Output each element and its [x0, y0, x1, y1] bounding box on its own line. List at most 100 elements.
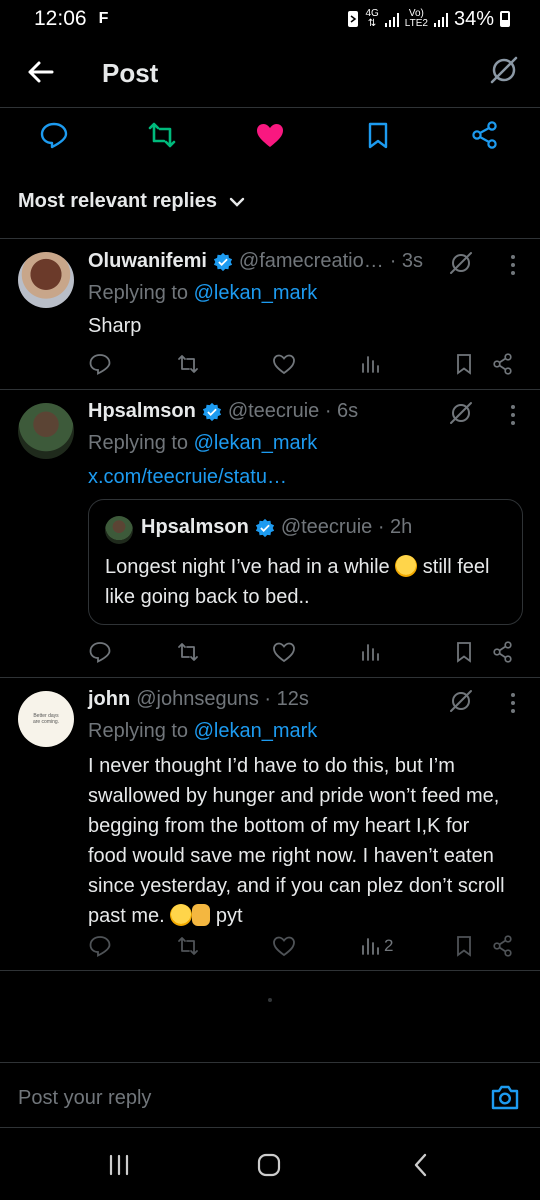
back-nav-icon[interactable] — [408, 1152, 434, 1178]
views-count: 2 — [384, 936, 394, 955]
retweet-icon[interactable] — [147, 120, 177, 150]
quote-author-name: Hpsalmson — [141, 516, 249, 538]
post-metrics: 2 — [88, 934, 518, 964]
replying-prefix: Replying to — [88, 720, 194, 742]
sort-replies-dropdown[interactable]: Most relevant replies — [18, 190, 245, 213]
divider — [0, 238, 540, 239]
author-handle[interactable]: @johnseguns · 12s — [136, 688, 309, 711]
divider — [0, 389, 540, 390]
post-time: · 3s — [389, 250, 424, 272]
reply-icon[interactable] — [88, 934, 112, 958]
post-metrics — [88, 352, 518, 382]
verified-badge-icon — [255, 518, 274, 537]
share-icon[interactable] — [491, 640, 515, 664]
camera-icon[interactable] — [490, 1083, 520, 1111]
bookmark-icon[interactable] — [452, 934, 476, 958]
loading-indicator — [268, 998, 272, 1002]
post-link[interactable]: x.com/teecruie/statu… — [88, 462, 518, 492]
avatar[interactable] — [18, 252, 74, 308]
post-header: john @johnseguns · 12s — [88, 688, 309, 711]
bookmark-icon[interactable] — [452, 640, 476, 664]
like-icon[interactable] — [272, 640, 296, 664]
author-handle[interactable]: @teecruie · 6s — [228, 400, 358, 423]
volte-bottom: LTE2 — [404, 18, 428, 29]
more-options-icon[interactable] — [510, 404, 516, 426]
reply-post[interactable]: Hpsalmson @teecruie · 6s Replying to @le… — [0, 400, 540, 676]
quote-header: Hpsalmson @teecruie · 2h — [141, 516, 412, 539]
divider — [0, 970, 540, 971]
home-icon[interactable] — [256, 1152, 282, 1178]
grok-icon[interactable] — [488, 54, 520, 86]
grok-icon[interactable] — [448, 250, 474, 276]
reply-icon[interactable] — [88, 352, 112, 376]
post-header: Oluwanifemi @famecreatio… · 3s — [88, 250, 423, 273]
folded-hands-emoji-icon — [192, 904, 211, 926]
mention-link[interactable]: @lekan_mark — [194, 720, 318, 742]
like-icon[interactable] — [255, 120, 285, 150]
crying-face-emoji-icon — [170, 904, 193, 926]
verified-badge-icon — [213, 252, 232, 271]
divider — [0, 677, 540, 678]
replying-prefix: Replying to — [88, 432, 194, 454]
chevron-down-icon — [229, 197, 245, 207]
reply-icon[interactable] — [88, 640, 112, 664]
views-icon[interactable] — [358, 640, 382, 664]
system-nav-bar — [0, 1130, 540, 1200]
retweet-icon[interactable] — [176, 352, 200, 376]
like-icon[interactable] — [272, 352, 296, 376]
like-icon[interactable] — [272, 934, 296, 958]
bookmark-icon[interactable] — [363, 120, 393, 150]
quote-author-handle: @teecruie · 2h — [280, 516, 413, 538]
status-right: 4G ⇅ Vo) LTE2 34% — [347, 8, 510, 31]
notification-icon: F — [98, 10, 109, 27]
author-name[interactable]: Oluwanifemi — [88, 250, 207, 273]
back-arrow-icon[interactable] — [24, 56, 56, 88]
post-text-main: I never thought I’d have to do this, but… — [88, 755, 505, 927]
reply-post[interactable]: Oluwanifemi @famecreatio… · 3s Replying … — [0, 250, 540, 390]
reply-icon[interactable] — [39, 120, 69, 150]
reply-post[interactable]: Better days are coming. john @johnseguns… — [0, 688, 540, 970]
replying-to: Replying to @lekan_mark — [88, 720, 317, 743]
retweet-icon[interactable] — [176, 640, 200, 664]
reply-composer[interactable]: Post your reply — [0, 1062, 540, 1128]
replying-to: Replying to @lekan_mark — [88, 432, 317, 455]
avatar[interactable] — [18, 403, 74, 459]
author-handle[interactable]: @famecreatio… — [239, 250, 384, 273]
battery-percent: 34% — [453, 7, 494, 30]
views-icon[interactable] — [358, 934, 382, 958]
network-type: 4G ⇅ — [365, 8, 379, 29]
replying-to: Replying to @lekan_mark — [88, 282, 317, 305]
views-icon[interactable] — [358, 352, 382, 376]
top-bar: Post — [0, 40, 540, 108]
author-name[interactable]: Hpsalmson — [88, 400, 196, 423]
quote-avatar — [105, 516, 133, 544]
more-options-icon[interactable] — [510, 254, 516, 276]
more-options-icon[interactable] — [510, 692, 516, 714]
avatar-text: Better days are coming. — [32, 713, 60, 725]
share-icon[interactable] — [470, 120, 500, 150]
mention-link[interactable]: @lekan_mark — [194, 282, 318, 304]
author-name[interactable]: john — [88, 688, 130, 711]
quote-text-before: Longest night I’ve had in a while — [105, 556, 396, 578]
quoted-post[interactable]: Hpsalmson @teecruie · 2h Longest night I… — [88, 499, 523, 625]
replying-prefix: Replying to — [88, 282, 194, 304]
status-time: 12:06 — [34, 7, 87, 30]
share-icon[interactable] — [491, 352, 515, 376]
network-4g: 4G — [365, 8, 379, 19]
post-text: I never thought I’d have to do this, but… — [88, 751, 508, 931]
bookmark-icon[interactable] — [452, 352, 476, 376]
grok-icon[interactable] — [448, 400, 474, 426]
main-post-actions — [0, 110, 540, 166]
reply-input-placeholder[interactable]: Post your reply — [18, 1087, 151, 1110]
avatar[interactable]: Better days are coming. — [18, 691, 74, 747]
post-text: Sharp — [88, 315, 142, 337]
share-icon[interactable] — [491, 934, 515, 958]
nfc-icon — [348, 11, 359, 27]
recent-apps-icon[interactable] — [106, 1152, 132, 1178]
grok-icon[interactable] — [448, 688, 474, 714]
dizzy-face-emoji-icon — [395, 555, 418, 577]
mention-link[interactable]: @lekan_mark — [194, 432, 318, 454]
quote-text: Longest night I’ve had in a while still … — [105, 552, 505, 612]
sort-label: Most relevant replies — [18, 190, 217, 212]
retweet-icon[interactable] — [176, 934, 200, 958]
